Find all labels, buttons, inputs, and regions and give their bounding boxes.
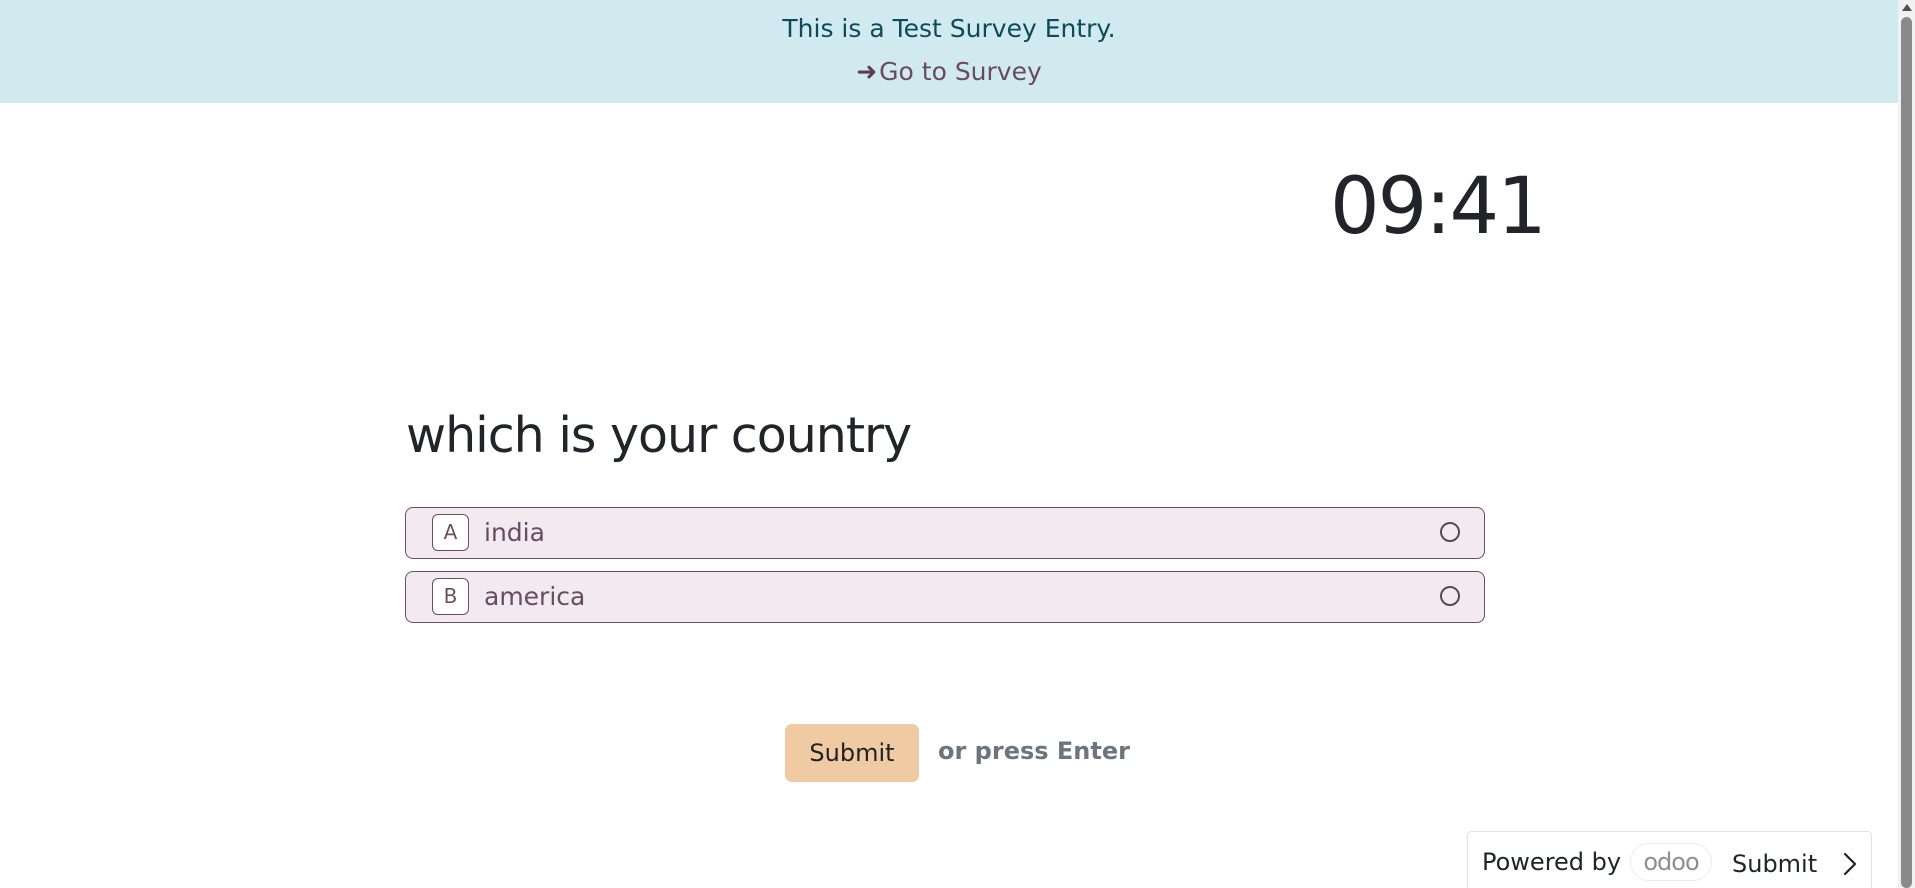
radio-icon[interactable] — [1440, 586, 1460, 606]
scrollbar-thumb[interactable] — [1901, 17, 1912, 888]
choice-key: B — [432, 578, 469, 615]
go-to-survey-link[interactable]: ➜Go to Survey — [0, 57, 1898, 86]
submit-button[interactable]: Submit — [785, 724, 919, 782]
odoo-logo[interactable]: odoo — [1630, 843, 1712, 881]
choice-america[interactable]: B america — [405, 571, 1485, 623]
vertical-scrollbar[interactable] — [1898, 0, 1915, 888]
question-title: which is your country — [406, 407, 912, 464]
choice-key: A — [432, 514, 469, 551]
test-entry-banner: This is a Test Survey Entry. ➜Go to Surv… — [0, 0, 1898, 103]
arrow-right-icon: ➜ — [856, 57, 878, 86]
go-to-survey-label: Go to Survey — [879, 57, 1042, 86]
banner-text: This is a Test Survey Entry. — [782, 14, 1116, 43]
chevron-right-icon[interactable] — [1838, 851, 1862, 877]
press-enter-hint: or press Enter — [938, 737, 1130, 765]
choice-india[interactable]: A india — [405, 507, 1485, 559]
powered-by-label: Powered by — [1482, 848, 1622, 876]
survey-timer: 09:41 — [1330, 162, 1547, 252]
choice-label: india — [484, 518, 545, 547]
footer-submit-button[interactable]: Submit — [1732, 850, 1817, 878]
scroll-up-arrow-icon[interactable] — [1902, 4, 1912, 11]
choice-label: america — [484, 582, 586, 611]
radio-icon[interactable] — [1440, 522, 1460, 542]
survey-page: This is a Test Survey Entry. ➜Go to Surv… — [0, 0, 1915, 888]
powered-by-footer: Powered by odoo Submit — [1467, 831, 1872, 888]
